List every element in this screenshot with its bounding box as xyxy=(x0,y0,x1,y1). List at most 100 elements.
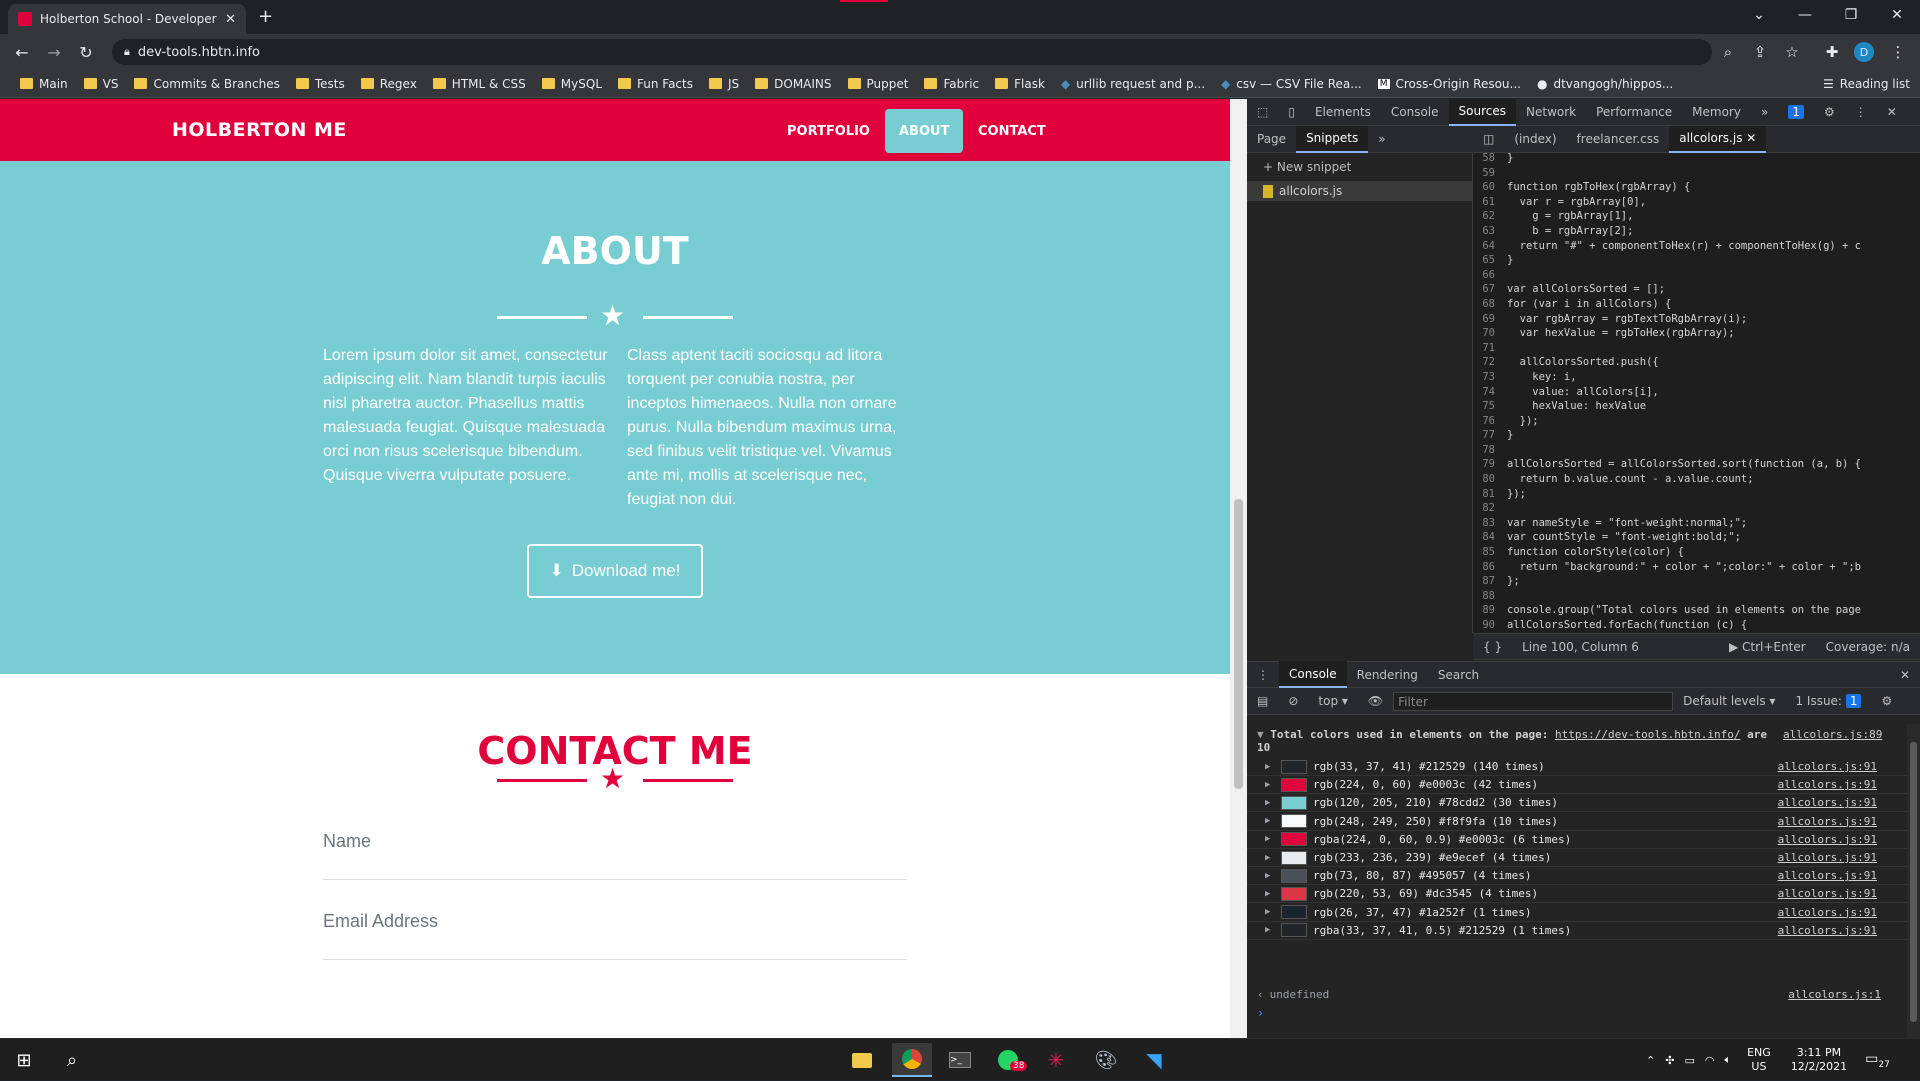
name-field[interactable]: Name xyxy=(323,800,907,880)
nav-portfolio[interactable]: PORTFOLIO xyxy=(773,109,884,153)
color-log-row[interactable]: ▶rgba(224, 0, 60, 0.9) #e0003c (6 times)… xyxy=(1247,831,1907,849)
source-link[interactable]: allcolors.js:91 xyxy=(1778,815,1877,828)
slack-icon[interactable]: ✳ xyxy=(1036,1043,1076,1077)
whatsapp-icon[interactable]: 38 xyxy=(988,1043,1028,1077)
editor-tab-freelancer-css[interactable]: freelancer.css xyxy=(1567,126,1670,153)
notifications-icon[interactable]: ▭27 xyxy=(1865,1051,1890,1070)
tray-expand-icon[interactable]: ⌃ xyxy=(1646,1054,1655,1067)
bookmark-github[interactable]: ●dtvangogh/hippos... xyxy=(1529,72,1681,96)
nav-about[interactable]: ABOUT xyxy=(885,109,963,153)
run-snippet-button[interactable]: ▶ Ctrl+Enter xyxy=(1719,633,1816,660)
reload-button[interactable]: ↻ xyxy=(72,38,100,66)
email-field[interactable]: Email Address xyxy=(323,880,907,960)
source-link[interactable]: allcolors.js:91 xyxy=(1778,796,1877,809)
tab-search-icon[interactable]: ⌄ xyxy=(1736,0,1782,30)
editor-tab-index[interactable]: (index) xyxy=(1504,126,1566,153)
expand-arrow-icon[interactable]: ▶ xyxy=(1265,816,1279,826)
bookmark-regex[interactable]: Regex xyxy=(353,72,425,96)
page-scroll-thumb[interactable] xyxy=(1234,499,1243,789)
address-bar[interactable]: 🔒︎ dev-tools.hbtn.info xyxy=(112,39,1712,65)
bookmark-puppet[interactable]: Puppet xyxy=(840,72,917,96)
console-prompt[interactable]: › xyxy=(1257,1006,1897,1026)
volume-icon[interactable]: 🔈︎ xyxy=(1724,1053,1731,1067)
source-link[interactable]: allcolors.js:91 xyxy=(1778,906,1877,919)
expand-arrow-icon[interactable]: ▶ xyxy=(1265,907,1279,917)
source-link[interactable]: allcolors.js:91 xyxy=(1778,833,1877,846)
snippet-item[interactable]: allcolors.js xyxy=(1247,181,1472,201)
bookmark-urllib[interactable]: ◆urllib request and p... xyxy=(1053,72,1213,96)
nav-contact[interactable]: CONTACT xyxy=(964,109,1060,153)
restore-button[interactable]: ❐ xyxy=(1828,0,1874,30)
tab-network[interactable]: Network xyxy=(1516,99,1586,126)
bookmark-mysql[interactable]: MySQL xyxy=(534,72,610,96)
drawer-tab-search[interactable]: Search xyxy=(1428,661,1489,688)
log-levels-dropdown[interactable]: Default levels ▾ xyxy=(1673,688,1785,715)
new-tab-button[interactable]: + xyxy=(258,6,273,27)
file-explorer-icon[interactable] xyxy=(842,1043,882,1077)
bookmark-main[interactable]: Main xyxy=(12,72,76,96)
bookmark-flask[interactable]: Flask xyxy=(987,72,1053,96)
expand-arrow-icon[interactable]: ▶ xyxy=(1265,925,1279,935)
start-button[interactable]: ⊞ xyxy=(4,1043,44,1077)
tab-memory[interactable]: Memory xyxy=(1682,99,1751,126)
expand-arrow-icon[interactable]: ▶ xyxy=(1265,834,1279,844)
more-icon[interactable]: » xyxy=(1368,126,1395,153)
group-url-link[interactable]: https://dev-tools.hbtn.info/ xyxy=(1555,728,1740,741)
toggle-navigator-icon[interactable]: ◫ xyxy=(1473,126,1504,153)
bookmark-commits-branches[interactable]: Commits & Branches xyxy=(126,72,287,96)
sidebar-toggle-icon[interactable]: ▤ xyxy=(1247,688,1278,715)
color-log-row[interactable]: ▶rgb(224, 0, 60) #e0003c (42 times)allco… xyxy=(1247,776,1907,794)
tab-elements[interactable]: Elements xyxy=(1305,99,1381,126)
close-editor-tab-icon[interactable]: ✕ xyxy=(1746,131,1756,145)
color-log-row[interactable]: ▶rgb(120, 205, 210) #78cdd2 (30 times)al… xyxy=(1247,794,1907,812)
color-log-row[interactable]: ▶rgba(33, 37, 41, 0.5) #212529 (1 times)… xyxy=(1247,922,1907,940)
color-log-row[interactable]: ▶rgb(248, 249, 250) #f8f9fa (10 times)al… xyxy=(1247,813,1907,831)
navigator-tab-snippets[interactable]: Snippets xyxy=(1296,126,1368,153)
device-toolbar-icon[interactable]: ▯ xyxy=(1278,99,1305,126)
source-link[interactable]: allcolors.js:91 xyxy=(1778,760,1877,773)
share-icon[interactable]: ⇪ xyxy=(1748,40,1772,64)
drawer-tab-console[interactable]: Console xyxy=(1279,661,1347,688)
navigator-tab-page[interactable]: Page xyxy=(1247,126,1296,153)
tab-sources[interactable]: Sources xyxy=(1449,99,1516,126)
expand-arrow-icon[interactable]: ▶ xyxy=(1265,871,1279,881)
expand-arrow-icon[interactable]: ▶ xyxy=(1265,853,1279,863)
menu-icon[interactable]: ⋮ xyxy=(1886,40,1910,64)
bookmark-html-css[interactable]: HTML & CSS xyxy=(425,72,534,96)
bookmark-vs[interactable]: VS xyxy=(76,72,127,96)
color-log-row[interactable]: ▶rgb(73, 80, 87) #495057 (4 times)allcol… xyxy=(1247,867,1907,885)
color-log-row[interactable]: ▶rgb(26, 37, 47) #1a252f (1 times)allcol… xyxy=(1247,904,1907,922)
new-snippet-button[interactable]: + New snippet xyxy=(1263,160,1351,174)
group-source-link[interactable]: allcolors.js:89 xyxy=(1783,728,1882,741)
console-group-header[interactable]: ▼ Total colors used in elements on the p… xyxy=(1257,728,1897,754)
code-editor[interactable]: 58}5960function rgbToHex(rgbArray) {61 v… xyxy=(1473,153,1920,633)
more-tabs-icon[interactable]: » xyxy=(1751,99,1778,126)
devtools-menu-icon[interactable]: ⋮ xyxy=(1845,99,1877,126)
context-selector[interactable]: top ▾ xyxy=(1308,688,1358,715)
bookmark-tests[interactable]: Tests xyxy=(288,72,353,96)
back-button[interactable]: ← xyxy=(8,38,36,66)
reading-list-button[interactable]: ☰Reading list xyxy=(1815,72,1918,96)
extensions-icon[interactable]: ✚ xyxy=(1820,40,1844,64)
source-link[interactable]: allcolors.js:91 xyxy=(1778,924,1877,937)
bookmark-fun-facts[interactable]: Fun Facts xyxy=(610,72,701,96)
expand-arrow-icon[interactable]: ▶ xyxy=(1265,762,1279,772)
language-indicator[interactable]: ENGUS xyxy=(1747,1046,1771,1074)
color-log-row[interactable]: ▶rgb(220, 53, 69) #dc3545 (4 times)allco… xyxy=(1247,885,1907,903)
color-log-row[interactable]: ▶rgb(233, 236, 239) #e9ecef (4 times)all… xyxy=(1247,849,1907,867)
wifi-icon[interactable]: ◠ xyxy=(1705,1054,1715,1067)
page-scrollbar[interactable] xyxy=(1230,99,1247,1038)
editor-tab-allcolors[interactable]: allcolors.js ✕ xyxy=(1669,126,1766,153)
forward-button[interactable]: → xyxy=(40,38,68,66)
profile-avatar[interactable]: D xyxy=(1854,42,1874,62)
bookmark-js[interactable]: JS xyxy=(701,72,747,96)
vscode-icon[interactable]: ◥ xyxy=(1134,1043,1174,1077)
expand-arrow-icon[interactable]: ▶ xyxy=(1265,780,1279,790)
search-icon[interactable]: ⌕ xyxy=(52,1043,92,1077)
bookmark-fabric[interactable]: Fabric xyxy=(916,72,987,96)
download-button[interactable]: ⬇ Download me! xyxy=(527,544,703,598)
close-window-button[interactable]: ✕ xyxy=(1874,0,1920,30)
source-link[interactable]: allcolors.js:91 xyxy=(1778,869,1877,882)
source-link[interactable]: allcolors.js:91 xyxy=(1778,778,1877,791)
result-source-link[interactable]: allcolors.js:1 xyxy=(1788,988,1881,1001)
